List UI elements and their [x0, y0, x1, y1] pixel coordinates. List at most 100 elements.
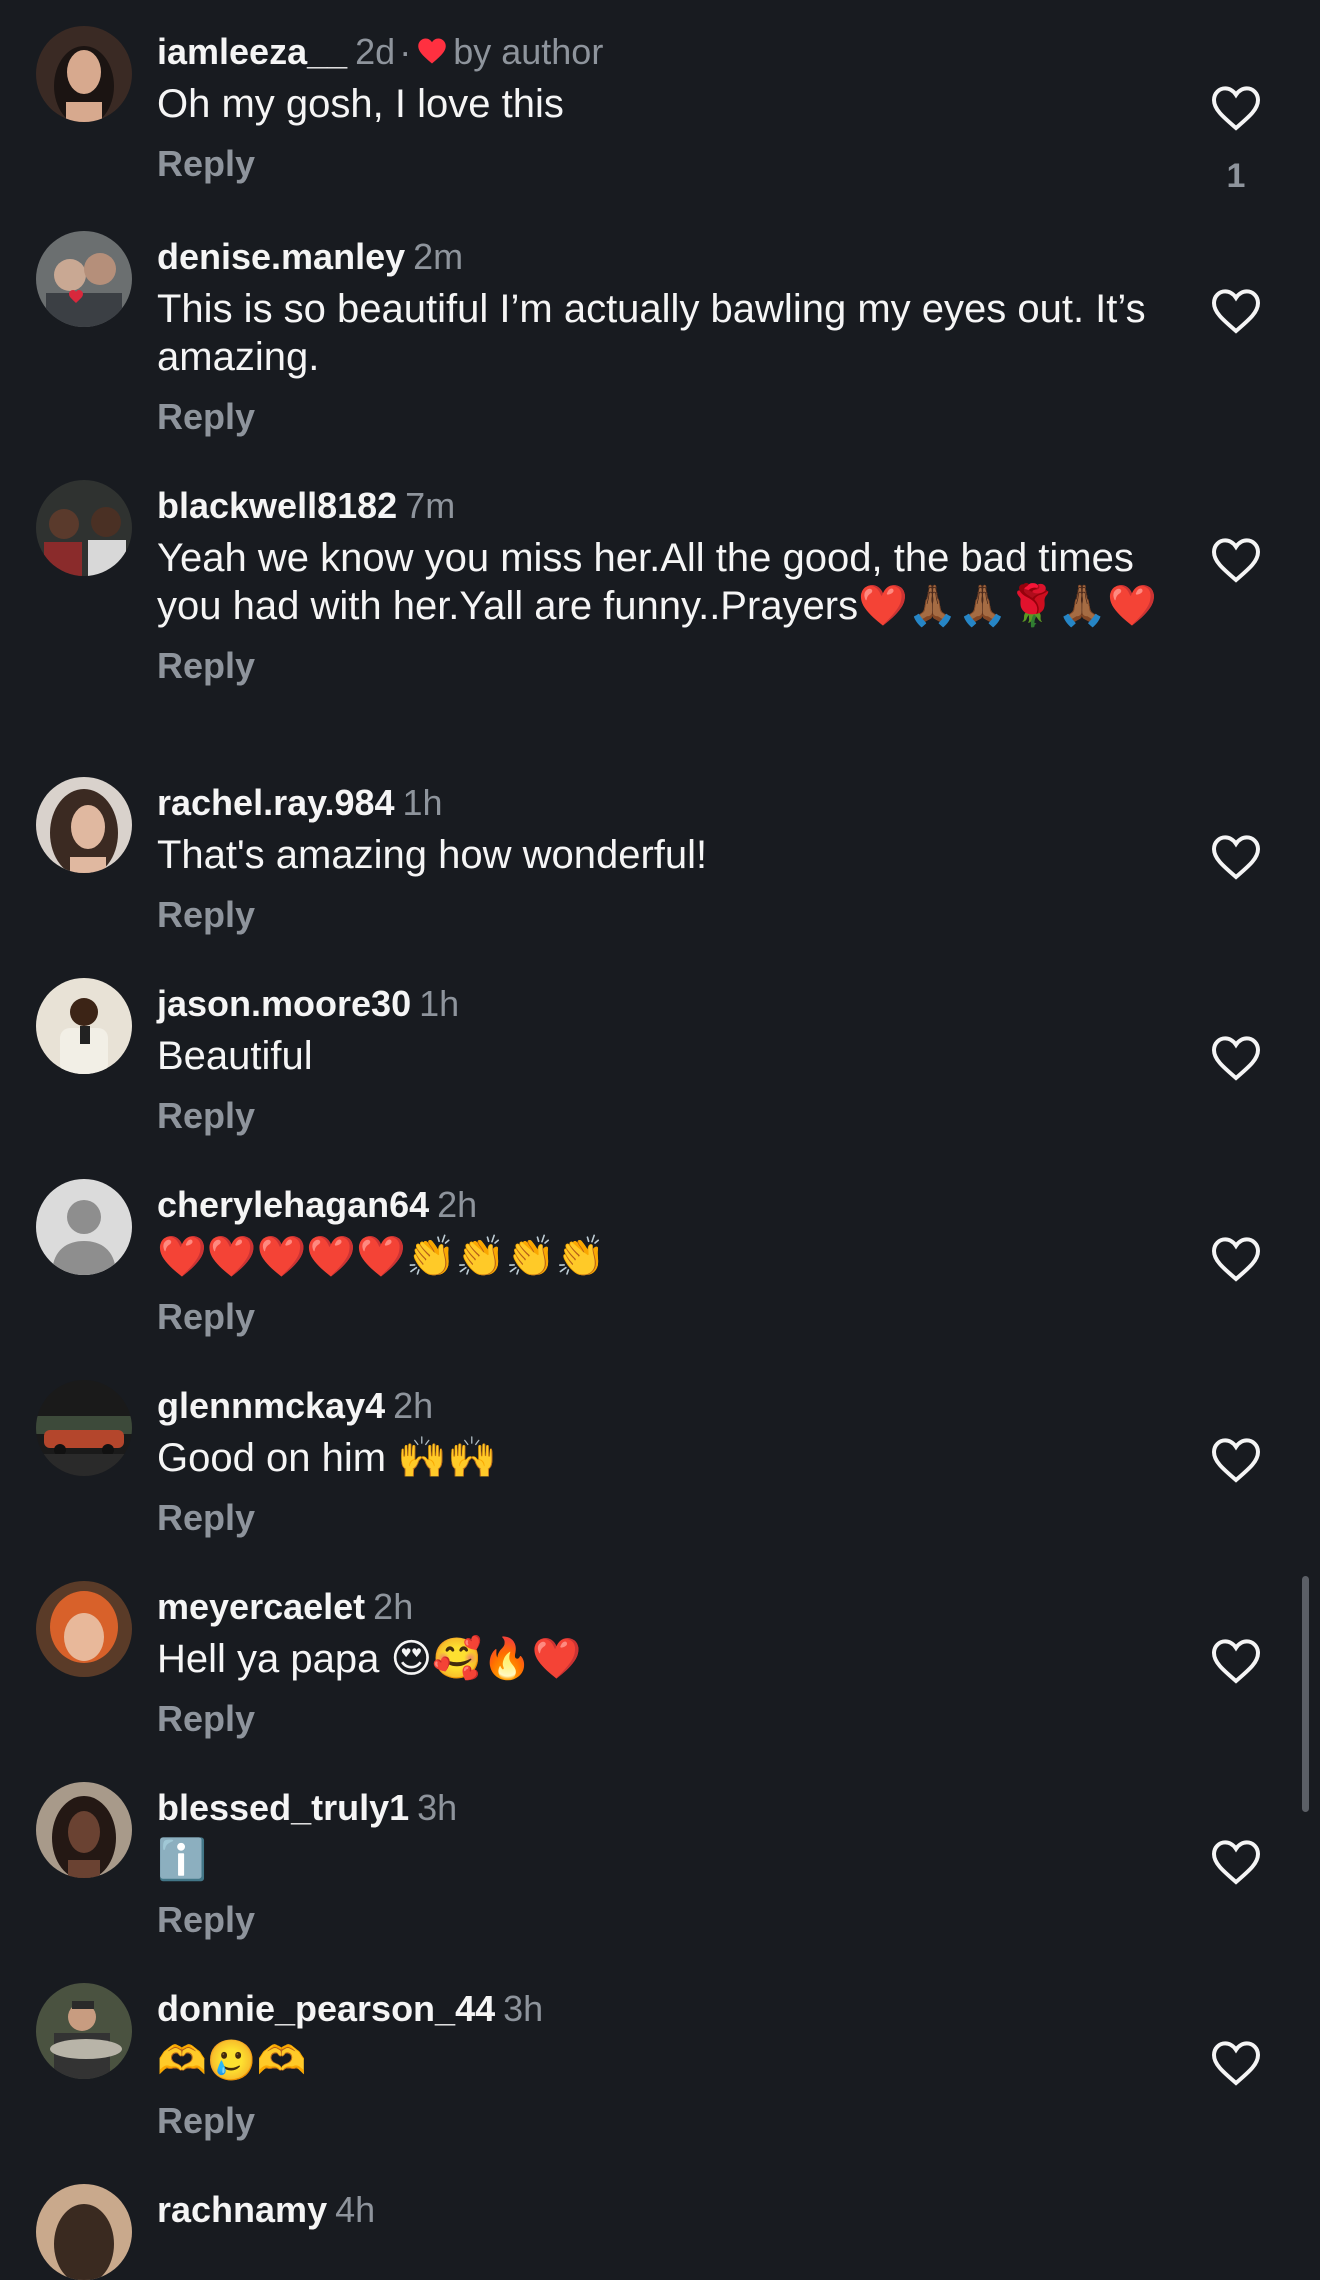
avatar[interactable]	[36, 1581, 132, 1677]
username[interactable]: rachnamy	[157, 2189, 327, 2230]
timestamp: 1h	[419, 983, 460, 1024]
reply-button[interactable]: Reply	[157, 1295, 255, 1339]
like-button[interactable]	[1210, 287, 1262, 335]
heart-outline-icon	[1211, 835, 1261, 880]
avatar[interactable]	[36, 1179, 132, 1275]
heart-filled-icon	[418, 38, 446, 64]
like-button[interactable]	[1210, 1838, 1262, 1886]
timestamp: 3h	[417, 1787, 458, 1828]
reply-button[interactable]: Reply	[157, 1898, 255, 1942]
comment-meta: cherylehagan64 2h	[157, 1179, 1157, 1231]
avatar[interactable]	[36, 1782, 132, 1878]
username[interactable]: blessed_truly1	[157, 1787, 409, 1828]
username[interactable]: meyercaelet	[157, 1586, 365, 1627]
person-silhouette-icon	[36, 1179, 132, 1275]
reply-button[interactable]: Reply	[157, 395, 255, 439]
username[interactable]: cherylehagan64	[157, 1184, 429, 1225]
comment-text: That's amazing how wonderful!	[157, 833, 708, 877]
heart-outline-icon	[1211, 1639, 1261, 1684]
heart-outline-icon	[1211, 1840, 1261, 1885]
like-button[interactable]	[1210, 2039, 1262, 2087]
avatar[interactable]	[36, 777, 132, 873]
comment-body: meyercaelet 2h Hell ya papa 😍🥰🔥❤️ Reply	[157, 1581, 1157, 1741]
like-button[interactable]	[1210, 1436, 1262, 1484]
avatar[interactable]	[36, 1380, 132, 1476]
avatar[interactable]	[36, 2184, 132, 2280]
comment-body: rachel.ray.984 1h That's amazing how wond…	[157, 777, 1157, 937]
username[interactable]: donnie_pearson_44	[157, 1988, 495, 2029]
like-button[interactable]	[1210, 1637, 1262, 1685]
comment-meta: rachel.ray.984 1h	[157, 777, 1157, 829]
reply-button[interactable]: Reply	[157, 2099, 255, 2143]
comment-body: rachnamy 4h	[157, 2184, 1157, 2236]
comment-text: This is so beautiful I’m actually bawlin…	[157, 287, 1146, 379]
comment-text: Beautiful	[157, 1034, 313, 1078]
by-author-label: by author	[453, 31, 604, 72]
comment-meta: donnie_pearson_44 3h	[157, 1983, 1157, 2035]
like-button[interactable]	[1210, 1034, 1262, 1082]
timestamp: 2h	[373, 1586, 414, 1627]
like-count: 1	[1226, 157, 1246, 195]
username[interactable]: rachel.ray.984	[157, 782, 395, 823]
avatar[interactable]	[36, 480, 132, 576]
comment-body: cherylehagan64 2h ❤️❤️❤️❤️❤️👏👏👏👏 Reply	[157, 1179, 1157, 1339]
comment-text: ℹ️	[157, 1838, 207, 1882]
comment-text: Oh my gosh, I love this	[157, 82, 564, 126]
separator-dot: ·	[399, 31, 412, 72]
timestamp: 2h	[393, 1385, 434, 1426]
avatar[interactable]	[36, 26, 132, 122]
comment-body: donnie_pearson_44 3h 🫶🥲🫶 Reply	[157, 1983, 1157, 2143]
timestamp: 7m	[405, 485, 456, 526]
comment-text: Hell ya papa 😍🥰🔥❤️	[157, 1637, 582, 1681]
comment-meta: iamleeza__ 2d · by author	[157, 26, 1157, 78]
comment-body: blessed_truly1 3h ℹ️ Reply	[157, 1782, 1157, 1942]
username[interactable]: iamleeza__	[157, 31, 347, 72]
reply-button[interactable]: Reply	[157, 1496, 255, 1540]
heart-outline-icon	[1211, 538, 1261, 583]
username[interactable]: denise.manley	[157, 236, 405, 277]
comment-body: blackwell8182 7m Yeah we know you miss he…	[157, 480, 1157, 688]
like-button[interactable]	[1210, 1235, 1262, 1283]
reply-button[interactable]: Reply	[157, 142, 255, 186]
timestamp: 2d	[355, 31, 396, 72]
timestamp: 3h	[503, 1988, 544, 2029]
avatar[interactable]	[36, 231, 132, 327]
timestamp: 1h	[402, 782, 443, 823]
comment-text: Yeah we know you miss her.All the good, …	[157, 536, 1157, 628]
comment-meta: meyercaelet 2h	[157, 1581, 1157, 1633]
comment-text: ❤️❤️❤️❤️❤️👏👏👏👏	[157, 1235, 606, 1279]
reply-button[interactable]: Reply	[157, 644, 255, 688]
like-button[interactable]	[1210, 833, 1262, 881]
timestamp: 2h	[437, 1184, 478, 1225]
comment-meta: glennmckay4 2h	[157, 1380, 1157, 1432]
comment-body: glennmckay4 2h Good on him 🙌🙌 Reply	[157, 1380, 1157, 1540]
heart-outline-icon	[1211, 1438, 1261, 1483]
comment-body: jason.moore30 1h Beautiful Reply	[157, 978, 1157, 1138]
reply-button[interactable]: Reply	[157, 1094, 255, 1138]
timestamp: 2m	[413, 236, 464, 277]
comment-text: Good on him 🙌🙌	[157, 1436, 497, 1480]
comment-meta: jason.moore30 1h	[157, 978, 1157, 1030]
comment-body: iamleeza__ 2d · by author Oh my gosh, I lov…	[157, 26, 1157, 186]
timestamp: 4h	[335, 2189, 376, 2230]
like-button[interactable]	[1210, 536, 1262, 584]
reply-button[interactable]: Reply	[157, 1697, 255, 1741]
heart-outline-icon	[1211, 289, 1261, 334]
comment-text: 🫶🥲🫶	[157, 2039, 307, 2083]
username[interactable]: glennmckay4	[157, 1385, 385, 1426]
username[interactable]: jason.moore30	[157, 983, 411, 1024]
comment-meta: denise.manley 2m	[157, 231, 1157, 283]
heart-outline-icon	[1211, 2041, 1261, 2086]
heart-outline-icon	[1211, 1036, 1261, 1081]
scrollbar[interactable]	[1302, 1576, 1309, 1812]
comment-meta: blessed_truly1 3h	[157, 1782, 1157, 1834]
avatar[interactable]	[36, 978, 132, 1074]
like-button[interactable]	[1210, 84, 1262, 132]
username[interactable]: blackwell8182	[157, 485, 397, 526]
comment-body: denise.manley 2m This is so beautiful I’m…	[157, 231, 1157, 439]
reply-button[interactable]: Reply	[157, 893, 255, 937]
heart-outline-icon	[1211, 1237, 1261, 1282]
comment-meta: blackwell8182 7m	[157, 480, 1157, 532]
comment-meta: rachnamy 4h	[157, 2184, 1157, 2236]
avatar[interactable]	[36, 1983, 132, 2079]
